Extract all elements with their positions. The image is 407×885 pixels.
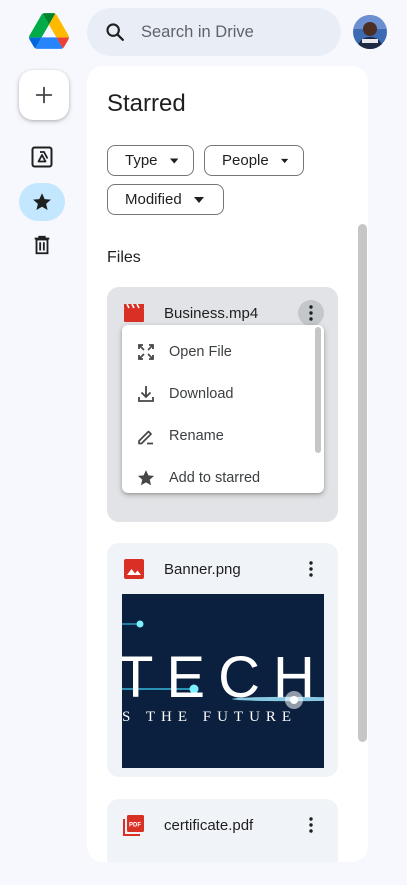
context-menu: Open File Download Rename Add to starred [122, 325, 324, 493]
star-icon [137, 470, 155, 486]
more-options-button[interactable] [298, 300, 324, 326]
caret-down-icon [169, 157, 178, 164]
files-section-label: Files [107, 249, 141, 266]
menu-item-download[interactable]: Download [122, 373, 316, 415]
more-vert-icon [309, 817, 313, 833]
menu-item-label: Rename [169, 428, 224, 444]
file-card-header: PDF certificate.pdf [107, 799, 338, 851]
star-icon [33, 193, 51, 210]
thumbnail-big-text: TECH [122, 645, 324, 710]
file-card-certificate-pdf[interactable]: PDF certificate.pdf [107, 799, 338, 862]
filter-type-label: Type [125, 152, 158, 169]
search-bar[interactable] [87, 8, 341, 56]
file-name: certificate.pdf [164, 817, 254, 834]
caret-down-icon [280, 158, 288, 163]
main-panel: Starred Type People Modified Files Busin… [87, 66, 368, 862]
caret-down-icon [193, 196, 204, 203]
image-file-icon [124, 559, 144, 579]
trash-icon [34, 235, 50, 255]
plus-icon [35, 86, 53, 104]
filter-people-label: People [222, 152, 269, 169]
open-file-icon [138, 344, 154, 360]
download-icon [138, 386, 154, 402]
video-file-icon [124, 303, 144, 322]
thumbnail-image: TECH S THE FUTURE [122, 594, 324, 768]
file-thumbnail[interactable]: TECH S THE FUTURE [122, 594, 324, 768]
pdf-file-icon: PDF [123, 815, 144, 836]
google-drive-logo-icon[interactable] [28, 13, 69, 49]
svg-text:PDF: PDF [129, 823, 141, 829]
search-input[interactable] [141, 22, 311, 42]
menu-item-open-file[interactable]: Open File [122, 331, 316, 373]
filter-type-chip[interactable]: Type [107, 145, 194, 176]
filter-people-chip[interactable]: People [204, 145, 304, 176]
nav-my-drive[interactable] [19, 138, 65, 176]
filter-modified-chip[interactable]: Modified [107, 184, 224, 215]
file-card-business-mp4[interactable]: Business.mp4 Open File Download Rename A… [107, 287, 338, 522]
more-vert-icon [309, 561, 313, 577]
avatar[interactable] [353, 15, 387, 49]
file-card-banner-png[interactable]: Banner.png TECH S THE FUTURE [107, 543, 338, 777]
menu-item-rename[interactable]: Rename [122, 415, 316, 457]
filter-modified-label: Modified [125, 191, 182, 208]
panel-scrollbar[interactable] [358, 224, 367, 742]
page-title: Starred [107, 90, 186, 117]
search-icon[interactable] [104, 21, 126, 43]
new-button[interactable] [19, 70, 69, 120]
nav-starred[interactable] [19, 183, 65, 221]
menu-item-label: Open File [169, 344, 232, 360]
nav-trash[interactable] [19, 226, 65, 264]
menu-item-label: Download [169, 386, 234, 402]
file-name: Business.mp4 [164, 305, 259, 322]
more-options-button[interactable] [298, 556, 324, 582]
context-menu-scrollbar[interactable] [315, 327, 321, 453]
drive-icon [31, 146, 53, 168]
file-card-header: Banner.png [107, 543, 338, 595]
menu-item-add-to-starred[interactable]: Add to starred [122, 457, 316, 493]
file-name: Banner.png [164, 561, 241, 578]
more-vert-icon [309, 305, 313, 321]
thumbnail-small-text: S THE FUTURE [122, 709, 297, 725]
more-options-button[interactable] [298, 812, 324, 838]
menu-item-label: Add to starred [169, 470, 261, 486]
rename-icon [138, 430, 153, 445]
